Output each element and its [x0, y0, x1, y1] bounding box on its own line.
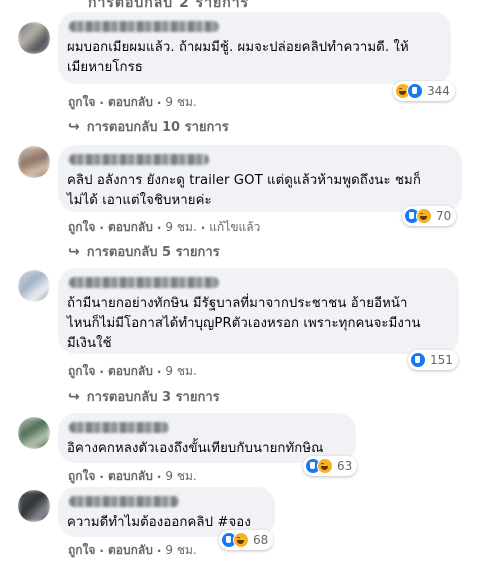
comment-actions: ถูกใจ · ตอบกลับ · 9 ชม.: [68, 541, 197, 560]
comment-text-line: ไหนก็ไม่มีโอกาสได้ทำบุญPRตัวเองหรอก เพรา…: [67, 316, 421, 331]
separator-dot: ·: [156, 220, 162, 235]
view-replies-link[interactable]: ↪ การตอบกลับ 10 รายการ: [68, 116, 229, 137]
comment-bubble: คลิป อลังการ ยังกะดู trailer GOT แต่ดูแล…: [58, 145, 462, 212]
reaction-count: 68: [253, 533, 269, 547]
reaction-summary[interactable]: 70: [402, 206, 457, 226]
comment-bubble: ผมบอกเมียผมแล้ว. ถ้าผมมีชู้. ผมจะปล่อยคล…: [58, 12, 451, 84]
like-button[interactable]: ถูกใจ: [68, 93, 95, 112]
separator-dot: ·: [99, 543, 104, 558]
reply-button[interactable]: ตอบกลับ: [108, 541, 153, 560]
like-button[interactable]: ถูกใจ: [68, 218, 95, 237]
avatar[interactable]: [18, 490, 50, 522]
reply-arrow-icon: ↪: [68, 243, 80, 260]
timestamp[interactable]: 9 ชม.: [165, 467, 196, 486]
separator-dot: ·: [99, 220, 104, 235]
avatar[interactable]: [18, 270, 50, 302]
comment-actions: ถูกใจ · ตอบกลับ · 9 ชม.: [68, 362, 197, 381]
reply-button[interactable]: ตอบกลับ: [108, 362, 153, 381]
reaction-summary[interactable]: 151: [408, 350, 458, 370]
separator-dot: ·: [156, 469, 162, 484]
separator-dot: ·: [156, 543, 162, 558]
edited-label[interactable]: แก้ไขแล้ว: [209, 218, 260, 237]
author-name[interactable]: [69, 277, 219, 288]
reply-arrow-icon: ↪: [68, 118, 80, 135]
author-name[interactable]: [69, 422, 169, 433]
replies-label: การตอบกลับ 3 รายการ: [86, 390, 220, 405]
avatar[interactable]: [18, 146, 50, 178]
separator-dot: ·: [99, 95, 104, 110]
timestamp[interactable]: 9 ชม.: [165, 541, 196, 560]
separator-dot: ·: [156, 95, 162, 110]
separator-dot: ·: [99, 469, 104, 484]
comment-actions: ถูกใจ · ตอบกลับ · 9 ชม.: [68, 467, 197, 486]
replies-label: การตอบกลับ 10 รายการ: [86, 120, 229, 135]
haha-reaction-icon: [317, 458, 333, 474]
comment-text-line: อิคางคกหลงตัวเองถึงขั้นเทียบกับนายกทักษิ…: [67, 441, 324, 456]
timestamp[interactable]: 9 ชม.: [165, 218, 196, 237]
comment-actions: ถูกใจ · ตอบกลับ · 9 ชม.: [68, 93, 197, 112]
reaction-count: 63: [337, 459, 353, 473]
view-replies-link[interactable]: ↪ การตอบกลับ 3 รายการ: [68, 386, 220, 407]
reaction-count: 344: [427, 84, 450, 98]
author-name[interactable]: [69, 496, 179, 507]
reply-button[interactable]: ตอบกลับ: [108, 467, 153, 486]
reaction-count: 151: [430, 353, 453, 367]
comment-bubble: ถ้ามีนายกอย่างทักษิน มีรัฐบาลที่มาจากประ…: [58, 268, 459, 354]
timestamp[interactable]: 9 ชม.: [165, 362, 196, 381]
separator-dot: ·: [99, 364, 104, 379]
comment-text-line: คลิป อลังการ ยังกะดู trailer GOT แต่ดูแล…: [67, 173, 421, 188]
timestamp[interactable]: 9 ชม.: [165, 93, 196, 112]
avatar[interactable]: [18, 22, 50, 54]
reaction-summary[interactable]: 344: [393, 81, 455, 101]
haha-reaction-icon: [416, 208, 432, 224]
reaction-summary[interactable]: 68: [219, 530, 274, 550]
reply-arrow-icon: ↪: [68, 388, 80, 405]
comment-text-line: ผมบอกเมียผมแล้ว. ถ้าผมมีชู้. ผมจะปล่อยคล…: [67, 40, 409, 55]
comment-actions: ถูกใจ · ตอบกลับ · 9 ชม. · แก้ไขแล้ว: [68, 218, 260, 237]
like-reaction-icon: [407, 83, 423, 99]
haha-reaction-icon: [233, 532, 249, 548]
separator-dot: ·: [200, 220, 206, 235]
comment-text-line: ไม่ได้ เอาแต่ใจชิบหายค่ะ: [67, 193, 212, 208]
like-button[interactable]: ถูกใจ: [68, 467, 95, 486]
reply-button[interactable]: ตอบกลับ: [108, 93, 153, 112]
separator-dot: ·: [156, 364, 162, 379]
comment-text-line: ถ้ามีนายกอย่างทักษิน มีรัฐบาลที่มาจากประ…: [67, 296, 408, 311]
author-name[interactable]: [69, 154, 209, 165]
replies-label: การตอบกลับ 5 รายการ: [86, 245, 220, 260]
like-button[interactable]: ถูกใจ: [68, 362, 95, 381]
comment-text-line: เมียหายโกรธ: [67, 60, 143, 75]
view-replies-link[interactable]: ↪ การตอบกลับ 5 รายการ: [68, 241, 220, 262]
avatar[interactable]: [18, 417, 50, 449]
like-reaction-icon: [410, 352, 426, 368]
reply-button[interactable]: ตอบกลับ: [108, 218, 153, 237]
reaction-count: 70: [436, 209, 452, 223]
like-button[interactable]: ถูกใจ: [68, 541, 95, 560]
comment-text-line: มีเงินใช้: [67, 336, 112, 351]
reaction-summary[interactable]: 63: [303, 456, 358, 476]
author-name[interactable]: [69, 21, 219, 32]
